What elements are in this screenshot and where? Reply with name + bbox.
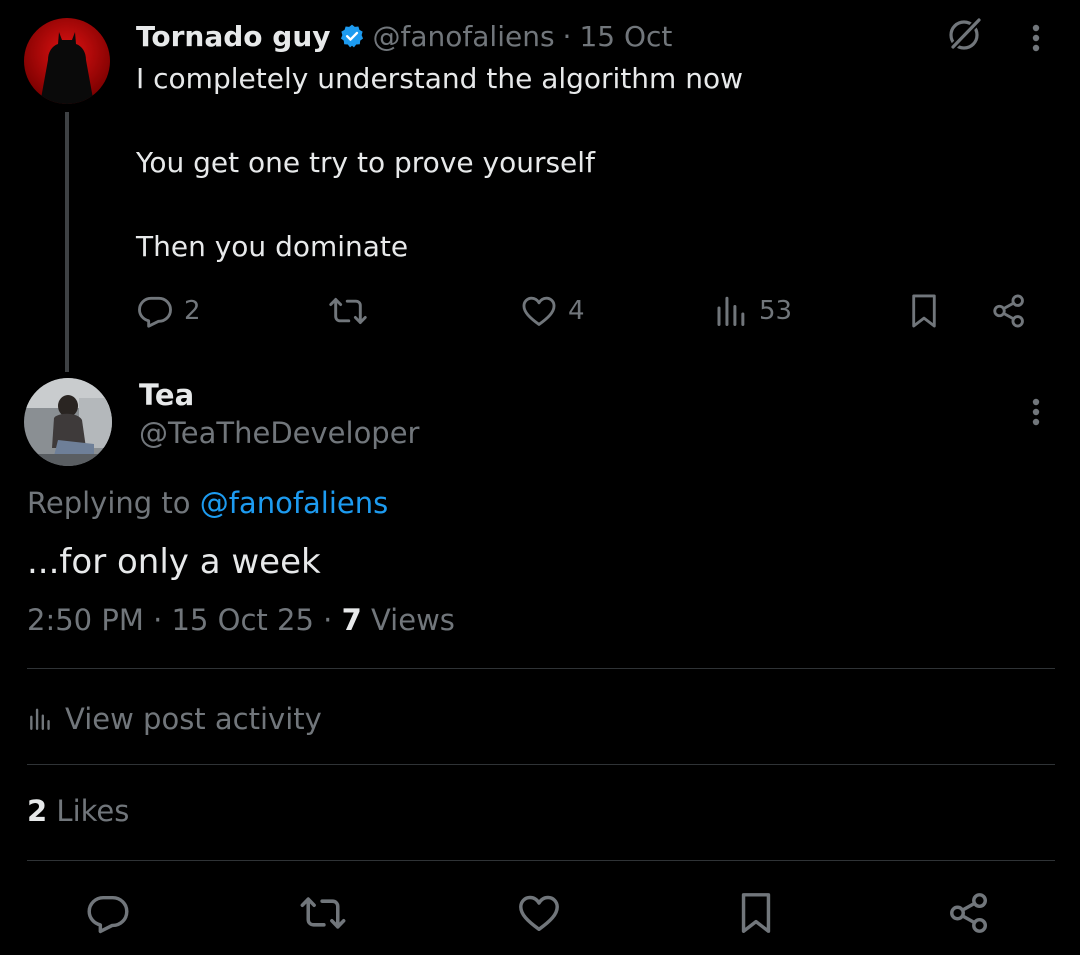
heart-icon	[516, 890, 562, 936]
share-button[interactable]	[946, 890, 992, 936]
avatar-tornado-guy[interactable]	[24, 18, 110, 104]
retweet-button[interactable]	[328, 288, 368, 334]
bookmark-icon	[905, 292, 943, 330]
replying-to-mention[interactable]: @fanofaliens	[200, 486, 389, 520]
post-metadata: 2:50 PM · 15 Oct 25 · 7 Views	[27, 603, 455, 637]
more-options-icon[interactable]	[1020, 394, 1052, 430]
separator-dot: ·	[153, 603, 163, 637]
author-name[interactable]: Tornado guy	[136, 20, 331, 53]
post-date[interactable]: 15 Oct 25	[172, 603, 314, 637]
like-button[interactable]: 4	[520, 288, 585, 334]
reply-icon	[136, 292, 174, 330]
reply-button[interactable]	[85, 890, 131, 936]
more-options-icon[interactable]	[1020, 20, 1052, 56]
views-count: 7	[341, 603, 362, 637]
activity-label: View post activity	[65, 702, 322, 736]
divider	[27, 860, 1055, 861]
tweet-line: You get one try to prove yourself	[136, 146, 595, 179]
retweet-icon	[328, 292, 368, 330]
like-count: 4	[568, 296, 585, 326]
parent-tweet-text: I completely understand the algorithm no…	[136, 58, 996, 268]
replying-to-prefix: Replying to	[27, 486, 191, 520]
separator-dot: ·	[323, 603, 333, 637]
author-handle[interactable]: @fanofaliens	[373, 20, 555, 53]
view-count: 53	[759, 296, 793, 326]
verified-badge-icon	[339, 23, 365, 49]
divider	[27, 668, 1055, 669]
heart-icon	[520, 292, 558, 330]
likes-summary[interactable]: 2 Likes	[27, 794, 129, 828]
retweet-icon	[299, 890, 346, 936]
activity-icon	[27, 706, 53, 732]
divider	[27, 764, 1055, 765]
reply-tweet-text: ...for only a week	[27, 542, 321, 582]
views-label: Views	[370, 603, 455, 637]
post-time[interactable]: 2:50 PM	[27, 603, 144, 637]
share-button[interactable]	[990, 288, 1028, 334]
reply-button[interactable]: 2	[136, 288, 201, 334]
post-date[interactable]: 15 Oct	[579, 20, 672, 53]
retweet-button[interactable]	[299, 890, 346, 936]
share-icon	[990, 292, 1028, 330]
like-button[interactable]	[516, 890, 562, 936]
likes-label: Likes	[56, 794, 130, 828]
reply-author-handle[interactable]: @TeaTheDeveloper	[139, 416, 419, 450]
share-icon	[946, 890, 992, 936]
bookmark-button[interactable]	[905, 288, 943, 334]
reply-icon	[85, 890, 131, 936]
views-icon	[713, 293, 749, 329]
tweet-line: I completely understand the algorithm no…	[136, 62, 744, 95]
bookmark-icon	[733, 890, 779, 936]
thread-line	[65, 112, 69, 372]
reply-author-name[interactable]: Tea	[139, 378, 194, 412]
likes-count: 2	[27, 794, 48, 828]
view-post-activity-link[interactable]: View post activity	[27, 698, 322, 740]
parent-tweet-header: Tornado guy @fanofaliens · 15 Oct	[136, 14, 672, 58]
tweet-line: Then you dominate	[136, 230, 409, 263]
grok-icon[interactable]	[944, 14, 984, 54]
avatar-tea[interactable]	[24, 378, 112, 466]
bookmark-button[interactable]	[733, 890, 779, 936]
reply-count: 2	[184, 296, 201, 326]
replying-to: Replying to @fanofaliens	[27, 486, 388, 520]
views-button[interactable]: 53	[713, 288, 792, 334]
separator-dot: ·	[562, 19, 572, 53]
